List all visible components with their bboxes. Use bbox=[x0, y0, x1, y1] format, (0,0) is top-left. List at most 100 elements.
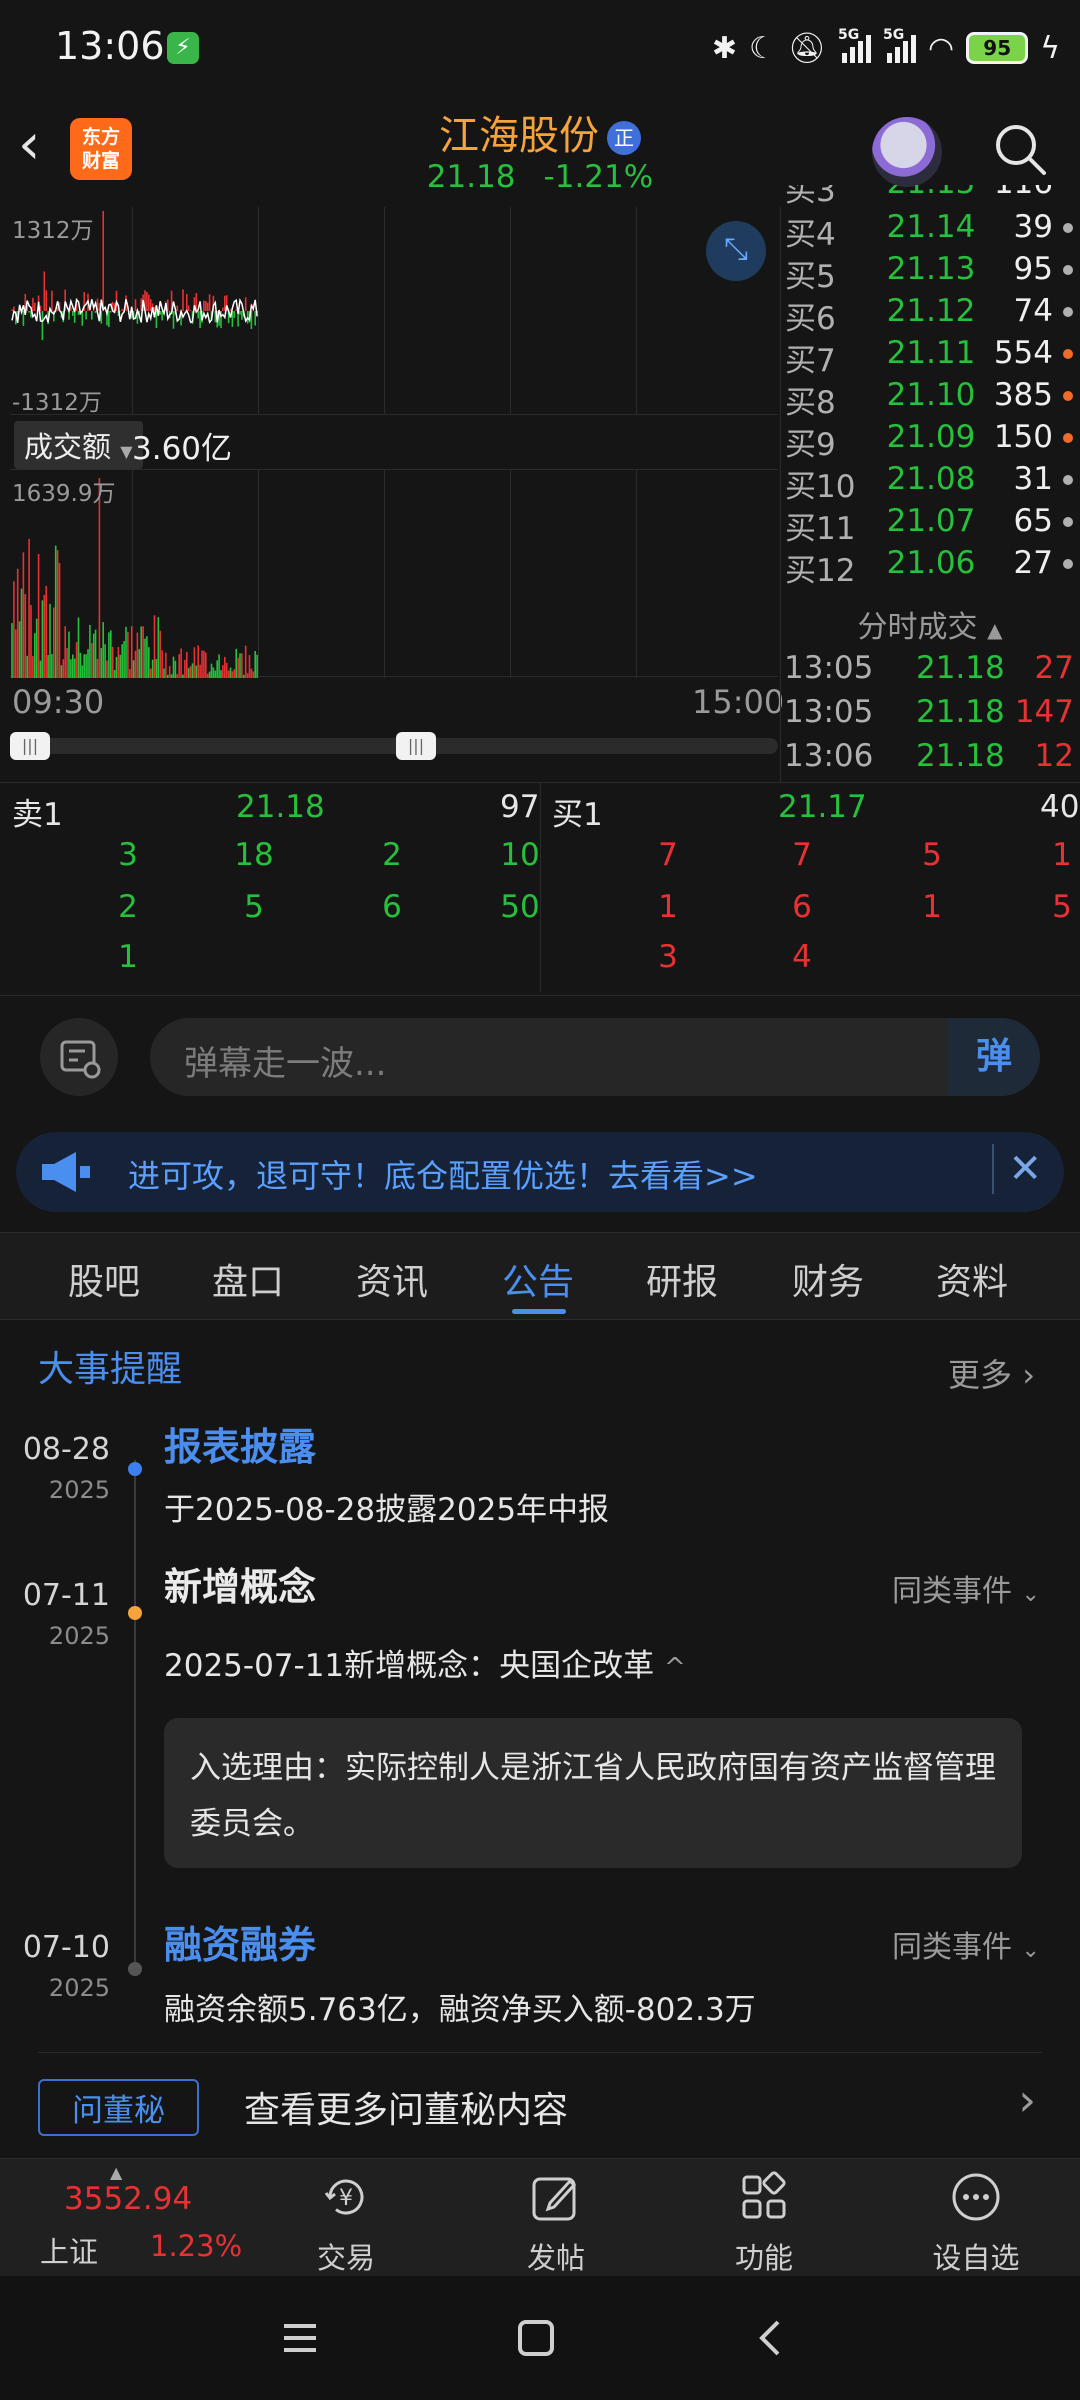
stock-price: 21.18 bbox=[426, 159, 516, 195]
signal-icon: 5G bbox=[838, 27, 872, 63]
event-title-link[interactable]: 报表披露 bbox=[164, 1416, 316, 1471]
bottom-nav: ▲ 3552.94 上证 1.23% ¥ 交易 发帖 功能 设自选 bbox=[0, 2158, 1080, 2276]
bid-level-qty: 150 bbox=[993, 419, 1053, 455]
search-icon[interactable] bbox=[990, 119, 1050, 179]
danmu-placeholder: 弹幕走一波... bbox=[184, 1044, 387, 1084]
timeline-line bbox=[134, 1460, 136, 1970]
range-handle-right[interactable]: ||| bbox=[396, 732, 436, 760]
event-date: 08-28 bbox=[22, 1432, 110, 1467]
events-section: 大事提醒 更多 › 08-28 2025 报表披露 于2025-08-28披露2… bbox=[0, 1320, 1080, 2158]
volume-metric-selector[interactable]: 成交额 ▼ bbox=[14, 421, 143, 469]
event-text: 于2025-08-28披露2025年中报 bbox=[164, 1492, 610, 1528]
event-text[interactable]: 2025-07-11新增概念：央国企改革 ^ bbox=[164, 1640, 686, 1685]
bid-level-row: 买8 21.10 385 bbox=[781, 377, 1080, 421]
tab-research[interactable]: 研报 bbox=[646, 1253, 718, 1305]
event-date: 07-11 bbox=[22, 1578, 110, 1613]
robot-assistant-icon[interactable] bbox=[872, 117, 942, 187]
sell-queue-cell: 6 bbox=[382, 889, 402, 925]
bid-level-price: 21.08 bbox=[886, 461, 976, 497]
bid-level-row: 买4 21.14 39 bbox=[781, 209, 1080, 253]
sell1-price: 21.18 bbox=[236, 789, 325, 825]
chevron-down-icon: ⌄ bbox=[1021, 1938, 1040, 1963]
index-name: 上证 bbox=[40, 2235, 99, 2269]
moon-icon: ☾ bbox=[749, 30, 776, 66]
expand-icon[interactable]: ⤡ bbox=[706, 221, 766, 281]
tab-profile[interactable]: 资料 bbox=[936, 1253, 1008, 1305]
volume-plot bbox=[11, 478, 258, 678]
tab-announcements[interactable]: 公告 bbox=[502, 1253, 574, 1305]
battery-icon: 95 bbox=[966, 32, 1029, 64]
danmu-send-button[interactable]: 弹 bbox=[948, 1018, 1040, 1096]
nav-functions-label: 功能 bbox=[734, 2241, 793, 2275]
tab-news[interactable]: 资讯 bbox=[356, 1253, 428, 1305]
caret-up-icon: ▲ bbox=[987, 618, 1003, 642]
events-more-link[interactable]: 更多 › bbox=[948, 1350, 1035, 1396]
tab-pankou[interactable]: 盘口 bbox=[212, 1253, 284, 1305]
bid-level-row: 买7 21.11 554 bbox=[781, 335, 1080, 379]
nav-add-watchlist[interactable]: 设自选 bbox=[906, 2169, 1046, 2277]
signal-icon: 5G bbox=[883, 27, 917, 63]
index-ticker[interactable]: ▲ 3552.94 上证 1.23% bbox=[0, 2159, 242, 2277]
similar-events-label: 同类事件 bbox=[892, 1930, 1012, 1965]
event-title-link[interactable]: 融资融券 bbox=[164, 1914, 316, 1969]
nav-post-label: 发帖 bbox=[526, 2241, 585, 2275]
danmu-input[interactable]: 弹幕走一波... 弹 bbox=[150, 1018, 1040, 1096]
tick-volume: 147 bbox=[1014, 694, 1074, 730]
sell-queue-cell: 10 bbox=[500, 837, 540, 873]
tab-finance[interactable]: 财务 bbox=[792, 1253, 864, 1305]
time-axis-end: 15:00 bbox=[692, 683, 785, 721]
event-text-content: 2025-07-11新增概念：央国企改革 bbox=[164, 1648, 655, 1684]
state-owned-badge: 正 bbox=[607, 121, 641, 155]
qa-row[interactable]: 问董秘 查看更多问董秘内容 › bbox=[38, 2052, 1042, 2152]
bid-level-price: 21.14 bbox=[886, 209, 976, 245]
tick-list: 13:05 21.18 27 13:05 21.18 147 13:06 21.18 12 bbox=[780, 650, 1080, 782]
range-handle-left[interactable]: ||| bbox=[10, 732, 50, 760]
menu-icon[interactable] bbox=[280, 2318, 320, 2358]
bid-level-label: 买9 bbox=[785, 427, 836, 463]
nav-post[interactable]: 发帖 bbox=[486, 2169, 626, 2277]
bid-level-price: 21.10 bbox=[886, 377, 976, 413]
chart-range-scrollbar[interactable]: ||| ||| bbox=[10, 732, 778, 760]
level-dot-icon bbox=[1063, 475, 1073, 485]
tick-time: 13:05 bbox=[784, 650, 874, 686]
bid-level-price: 21.11 bbox=[886, 335, 976, 371]
level-dot-icon bbox=[1063, 559, 1073, 569]
similar-events-dropdown[interactable]: 同类事件 ⌄ bbox=[892, 1922, 1040, 1966]
similar-events-dropdown[interactable]: 同类事件 ⌄ bbox=[892, 1566, 1040, 1610]
post-icon bbox=[532, 2177, 577, 2221]
sell-queue-cell: 3 bbox=[118, 837, 138, 873]
intraday-chart[interactable]: 1312万 -1312万 ⤡ 成交额 ▼ 3.60亿 1639.9万 09:30… bbox=[0, 207, 784, 782]
megaphone-icon bbox=[42, 1152, 90, 1192]
flow-axis-min: -1312万 bbox=[12, 390, 102, 416]
nav-functions[interactable]: 功能 bbox=[694, 2169, 834, 2277]
event-dot bbox=[128, 1606, 142, 1620]
qa-tag: 问董秘 bbox=[38, 2079, 199, 2136]
volume-axis-max: 1639.9万 bbox=[12, 481, 116, 507]
level-dot-icon bbox=[1063, 433, 1073, 443]
level-dot-icon bbox=[1063, 307, 1073, 317]
level-dot-icon bbox=[1063, 391, 1073, 401]
bid-level-qty: 27 bbox=[1013, 545, 1053, 581]
chevron-up-icon: ^ bbox=[664, 1653, 686, 1683]
buy-queue-cell: 1 bbox=[658, 889, 678, 925]
bid-level-label: 买3 bbox=[785, 185, 836, 207]
bluetooth-icon: ✱ bbox=[711, 30, 738, 66]
index-change: 1.23% bbox=[150, 2229, 243, 2263]
sell1-qty: 97 bbox=[500, 789, 540, 825]
nav-trade[interactable]: ¥ 交易 bbox=[276, 2169, 416, 2277]
sell1-label: 卖1 bbox=[12, 797, 63, 833]
back-nav-icon[interactable] bbox=[752, 2318, 792, 2358]
tick-row: 13:06 21.18 12 bbox=[780, 738, 1080, 782]
home-icon[interactable] bbox=[516, 2318, 556, 2358]
promo-banner[interactable]: 进可攻，退可守！底仓配置优选！去看看>> ✕ bbox=[16, 1132, 1064, 1212]
close-icon[interactable]: ✕ bbox=[992, 1144, 1042, 1194]
bid-level-row: 买11 21.07 65 bbox=[781, 503, 1080, 547]
volume-value: 3.60亿 bbox=[132, 431, 233, 467]
event-year: 2025 bbox=[48, 1974, 110, 2002]
level-dot-icon bbox=[1063, 265, 1073, 275]
tab-guba[interactable]: 股吧 bbox=[68, 1253, 140, 1305]
banner-text: 进可攻，退可守！底仓配置优选！去看看>> bbox=[128, 1157, 758, 1195]
ticks-header[interactable]: 分时成交 ▲ bbox=[780, 602, 1080, 646]
danmu-settings-icon[interactable] bbox=[40, 1018, 118, 1096]
sell-queue-cell: 2 bbox=[382, 837, 402, 873]
